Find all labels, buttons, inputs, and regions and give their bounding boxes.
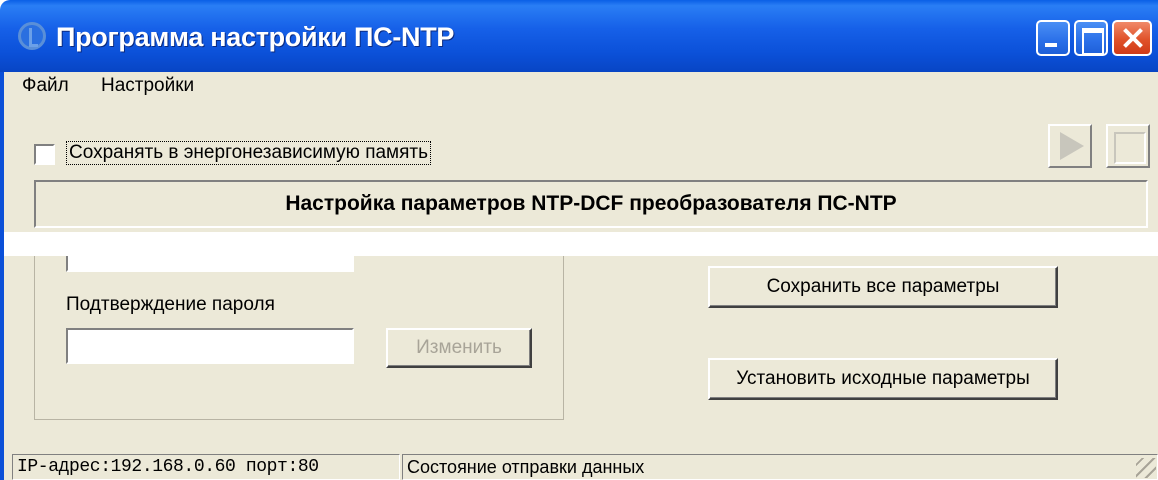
screenshot-gap xyxy=(4,232,1158,256)
menu-settings[interactable]: Настройки xyxy=(101,75,194,97)
status-send-state: Состояние отправки данных xyxy=(402,454,1158,480)
close-icon[interactable] xyxy=(1112,20,1152,56)
client-area: Файл Настройки Сохранять в энергонезавис… xyxy=(0,72,1158,480)
stop-icon[interactable] xyxy=(1106,124,1150,168)
change-password-button[interactable]: Изменить xyxy=(386,328,532,368)
window-title: Программа настройки ПС-NTP xyxy=(56,22,455,52)
menu-bar: Файл Настройки xyxy=(4,72,1158,104)
save-nvram-label[interactable]: Сохранять в энергонезависимую память xyxy=(66,141,431,165)
app-window: Программа настройки ПС-NTP Файл Настройк… xyxy=(0,0,1158,480)
minimize-icon[interactable] xyxy=(1036,20,1070,56)
resize-grip-icon[interactable] xyxy=(1136,458,1156,478)
restore-defaults-button[interactable]: Установить исходные параметры xyxy=(708,358,1058,400)
menu-file[interactable]: Файл xyxy=(22,75,69,97)
status-bar: IP-адрес:192.168.0.60 порт:80 Состояние … xyxy=(4,448,1158,480)
app-icon xyxy=(18,22,46,50)
confirm-password-label: Подтверждение пароля xyxy=(66,294,275,315)
password-field[interactable] xyxy=(66,256,354,272)
save-all-button[interactable]: Сохранить все параметры xyxy=(708,266,1058,308)
confirm-password-field[interactable] xyxy=(66,328,354,364)
maximize-icon[interactable] xyxy=(1074,20,1108,56)
save-nvram-checkbox[interactable] xyxy=(34,144,55,165)
status-ip-port: IP-адрес:192.168.0.60 порт:80 xyxy=(12,454,400,480)
play-icon[interactable] xyxy=(1048,124,1092,168)
title-bar[interactable]: Программа настройки ПС-NTP xyxy=(0,0,1158,72)
page-title: Настройка параметров NTP-DCF преобразова… xyxy=(34,180,1148,228)
